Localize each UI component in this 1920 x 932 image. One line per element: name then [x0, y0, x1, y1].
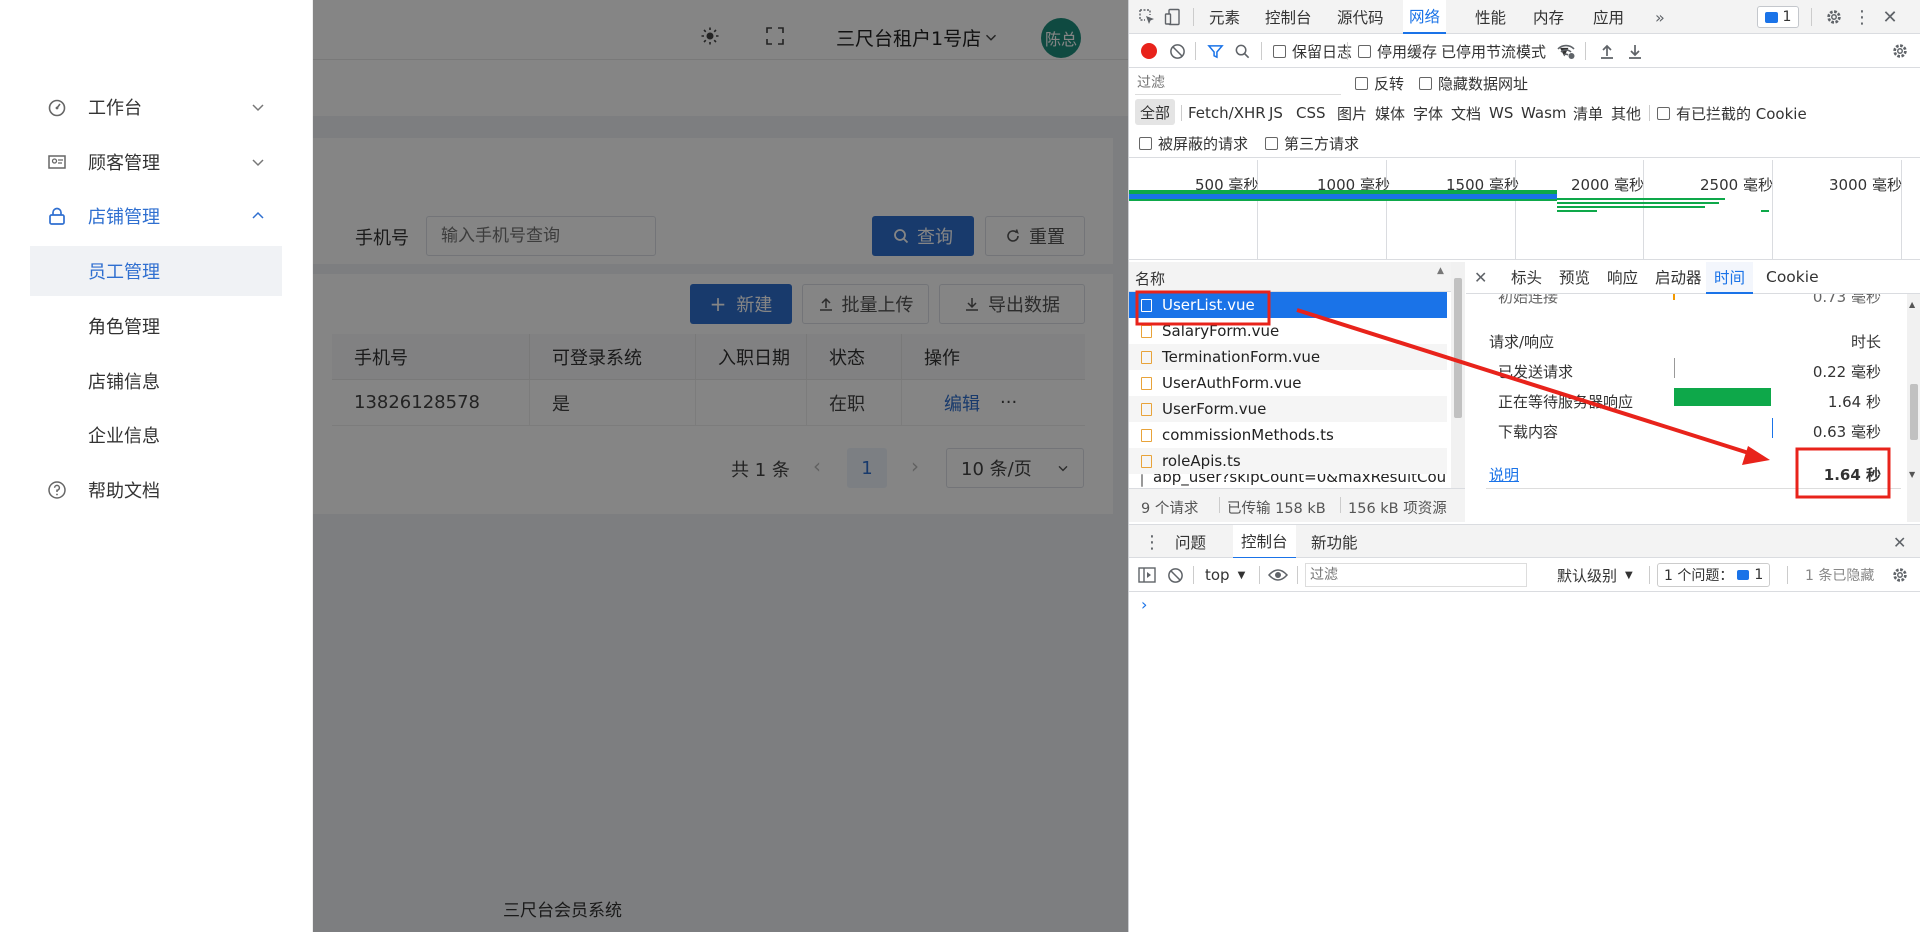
- annotation-overlay: [1135, 290, 1891, 499]
- annotation-arrowhead: [1742, 446, 1770, 465]
- annotation-arrow: [1296, 308, 1756, 457]
- annotation-box: [1135, 290, 1271, 326]
- annotation-box: [1795, 447, 1891, 499]
